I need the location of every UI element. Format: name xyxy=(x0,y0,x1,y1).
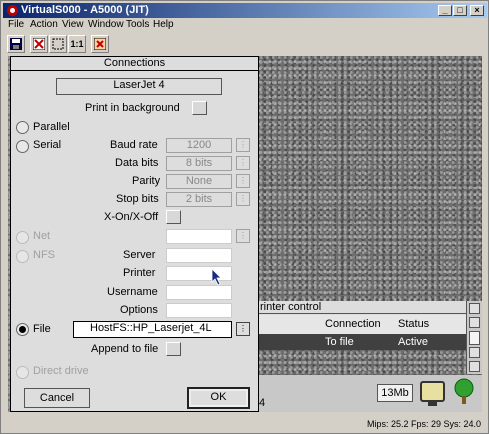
printer-control-header: Connection Status xyxy=(259,315,466,334)
ok-button[interactable]: OK xyxy=(187,387,250,409)
col-status: Status xyxy=(398,318,430,330)
parity-label: Parity xyxy=(132,175,161,187)
cross-icon xyxy=(32,37,46,51)
row-status: Active xyxy=(398,336,428,348)
append-label: Append to file xyxy=(91,343,159,355)
serial-label: Serial xyxy=(33,139,62,151)
row-connection: To file xyxy=(325,336,354,348)
file-path-field[interactable]: HostFS::HP_Laserjet_4L xyxy=(73,321,232,338)
direct-drive-label: Direct drive xyxy=(33,365,89,377)
username-label: Username xyxy=(107,286,158,298)
net-label: Net xyxy=(33,230,51,242)
reset-button[interactable] xyxy=(91,35,109,53)
print-background-option[interactable] xyxy=(192,101,207,115)
baud-rate-menu-icon[interactable]: ⋮ xyxy=(236,138,250,152)
baud-rate-label: Baud rate xyxy=(110,139,158,151)
data-bits-label: Data bits xyxy=(115,157,159,169)
stop-bits-label: Stop bits xyxy=(116,193,159,205)
net-radio[interactable] xyxy=(16,231,29,244)
net-menu-icon[interactable]: ⋮ xyxy=(236,229,250,243)
parallel-label: Parallel xyxy=(33,121,70,133)
dialog-title[interactable]: Connections xyxy=(11,57,258,71)
printer-control-title[interactable]: rinter control xyxy=(259,301,466,314)
scroll-up-icon[interactable] xyxy=(469,317,480,328)
menu-window[interactable]: Window xyxy=(88,19,124,30)
zoom-fit-icon xyxy=(52,38,64,50)
nfs-radio[interactable] xyxy=(16,250,29,263)
zoom-fit-button[interactable] xyxy=(49,35,67,53)
server-label: Server xyxy=(123,249,156,261)
monitor-icon[interactable] xyxy=(420,381,445,406)
print-background-label: Print in background xyxy=(85,102,180,114)
reset-icon xyxy=(93,37,107,51)
save-button[interactable] xyxy=(7,35,25,53)
file-label: File xyxy=(33,323,51,335)
net-field xyxy=(166,229,232,244)
append-option[interactable] xyxy=(166,342,181,356)
maximize-button[interactable]: □ xyxy=(453,5,467,16)
resize-icon[interactable] xyxy=(469,361,480,372)
close-icon[interactable] xyxy=(469,303,480,314)
scroll-thumb[interactable] xyxy=(469,331,480,345)
icon-bar: 4 xyxy=(259,375,482,412)
serial-radio[interactable] xyxy=(16,140,29,153)
stop-bits-menu-icon[interactable]: ⋮ xyxy=(236,192,250,206)
menu-file[interactable]: File xyxy=(8,19,24,30)
printer-label: Printer xyxy=(123,267,156,279)
data-bits-menu-icon[interactable]: ⋮ xyxy=(236,156,250,170)
scroll-down-icon[interactable] xyxy=(469,347,480,358)
iconbar-fragment: 4 xyxy=(259,397,266,409)
parity-field: None xyxy=(166,174,232,189)
memory-indicator[interactable]: 13Mb xyxy=(377,384,413,402)
nfs-label: NFS xyxy=(33,249,55,261)
options-label: Options xyxy=(120,304,158,316)
direct-drive-radio[interactable] xyxy=(16,366,29,379)
stop-bits-field: 2 bits xyxy=(166,192,232,207)
parity-menu-icon[interactable]: ⋮ xyxy=(236,174,250,188)
one-to-one-button[interactable]: 1:1 xyxy=(68,35,86,53)
xon-xoff-label: X-On/X-Off xyxy=(104,211,159,223)
baud-rate-field: 1200 xyxy=(166,138,232,153)
toolbar: 1:1 xyxy=(3,33,487,55)
menu-tools[interactable]: Tools xyxy=(126,19,149,30)
menu-view[interactable]: View xyxy=(62,19,84,30)
printer-control-title-text: rinter control xyxy=(260,301,322,313)
file-menu-icon[interactable]: ⋮ xyxy=(236,322,250,336)
table-row[interactable]: To file Active xyxy=(259,334,466,350)
mouse-pointer-icon xyxy=(211,268,222,286)
fullscreen-off-button[interactable] xyxy=(30,35,48,53)
username-field[interactable] xyxy=(166,285,232,300)
file-radio[interactable] xyxy=(16,323,29,336)
menu-bar: File Action View Window Tools Help xyxy=(3,18,487,32)
menu-help[interactable]: Help xyxy=(153,19,174,30)
printer-name-field: LaserJet 4 xyxy=(56,78,222,95)
parallel-radio[interactable] xyxy=(16,121,29,134)
app-icon xyxy=(7,5,18,16)
minimize-button[interactable]: _ xyxy=(438,5,452,16)
connections-dialog: Connections LaserJet 4 Print in backgrou… xyxy=(10,56,259,412)
window-title: VirtualS000 - A5000 (JIT) xyxy=(21,4,149,16)
server-field[interactable] xyxy=(166,248,232,263)
col-connection: Connection xyxy=(325,318,381,330)
acorn-icon[interactable] xyxy=(453,378,475,406)
data-bits-field: 8 bits xyxy=(166,156,232,171)
floppy-icon xyxy=(10,38,22,50)
printer-control-scrollbar[interactable] xyxy=(466,301,482,374)
status-bar: Mips: 25.2 Fps: 29 Sys: 24.0 xyxy=(3,416,487,433)
printer-control-window: rinter control Connection Status To file… xyxy=(259,301,466,350)
close-button[interactable]: × xyxy=(470,5,484,16)
title-bar[interactable]: VirtualS000 - A5000 (JIT) _ □ × xyxy=(3,3,487,18)
options-field[interactable] xyxy=(166,303,232,318)
cancel-button[interactable]: Cancel xyxy=(24,388,90,408)
menu-action[interactable]: Action xyxy=(30,19,58,30)
xon-xoff-option[interactable] xyxy=(166,210,181,224)
status-text: Mips: 25.2 Fps: 29 Sys: 24.0 xyxy=(366,419,481,429)
